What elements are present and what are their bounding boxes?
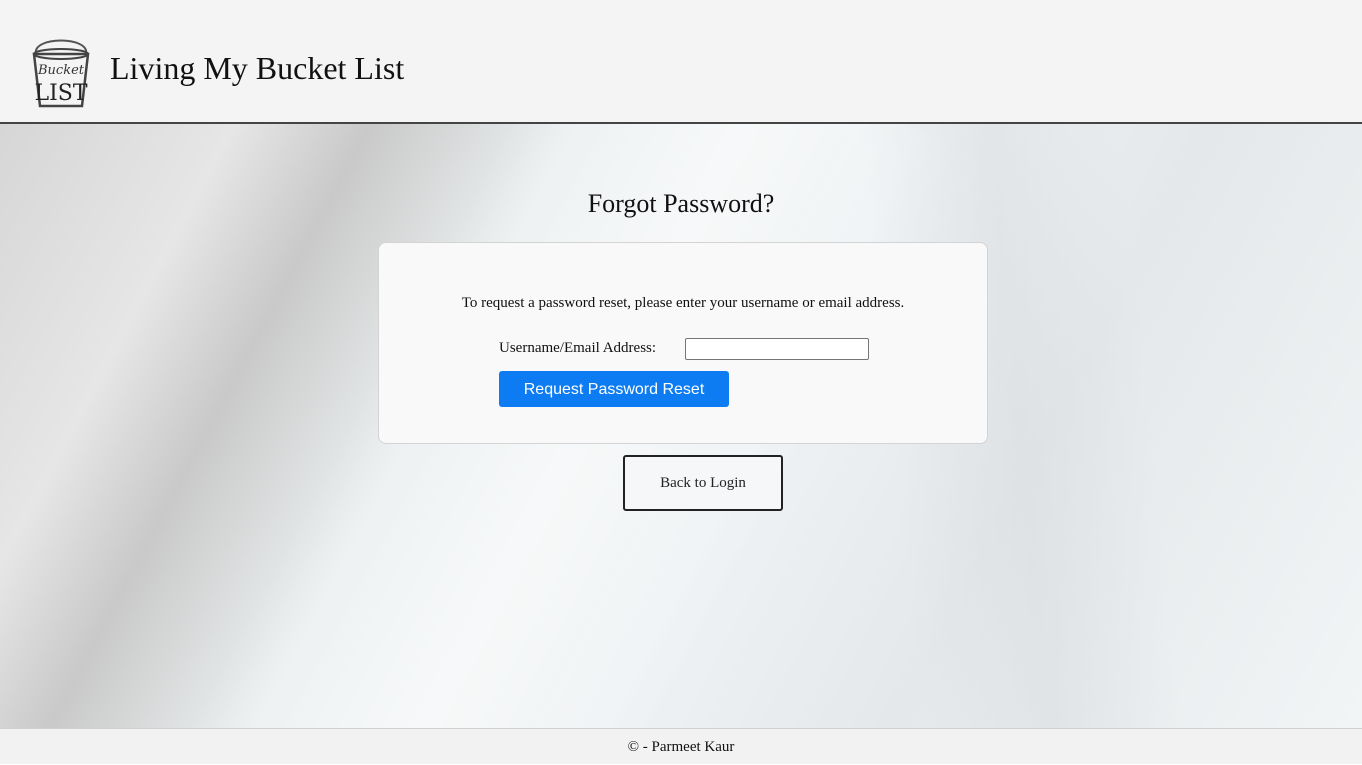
main-content: Forgot Password? To request a password r… — [0, 124, 1362, 728]
bucket-list-logo-icon[interactable]: Bucket LIST — [22, 24, 100, 114]
forgot-password-form: To request a password reset, please ente… — [378, 242, 988, 444]
logo-text-bucket: Bucket — [37, 63, 85, 78]
site-title: Living My Bucket List — [110, 50, 405, 86]
instructions-text: To request a password reset, please ente… — [461, 295, 905, 311]
back-to-login-button[interactable]: Back to Login — [623, 455, 783, 511]
logo-text-list: LIST — [34, 81, 87, 106]
username-email-input[interactable] — [685, 338, 869, 360]
copyright-text: © - Parmeet Kaur — [627, 739, 735, 755]
username-email-label: Username/Email Address: — [499, 340, 657, 356]
site-header: Bucket LIST Living My Bucket List — [0, 0, 1362, 124]
page-title: Forgot Password? — [587, 189, 775, 218]
request-password-reset-button[interactable]: Request Password Reset — [499, 371, 729, 407]
footer: © - Parmeet Kaur — [0, 728, 1362, 764]
